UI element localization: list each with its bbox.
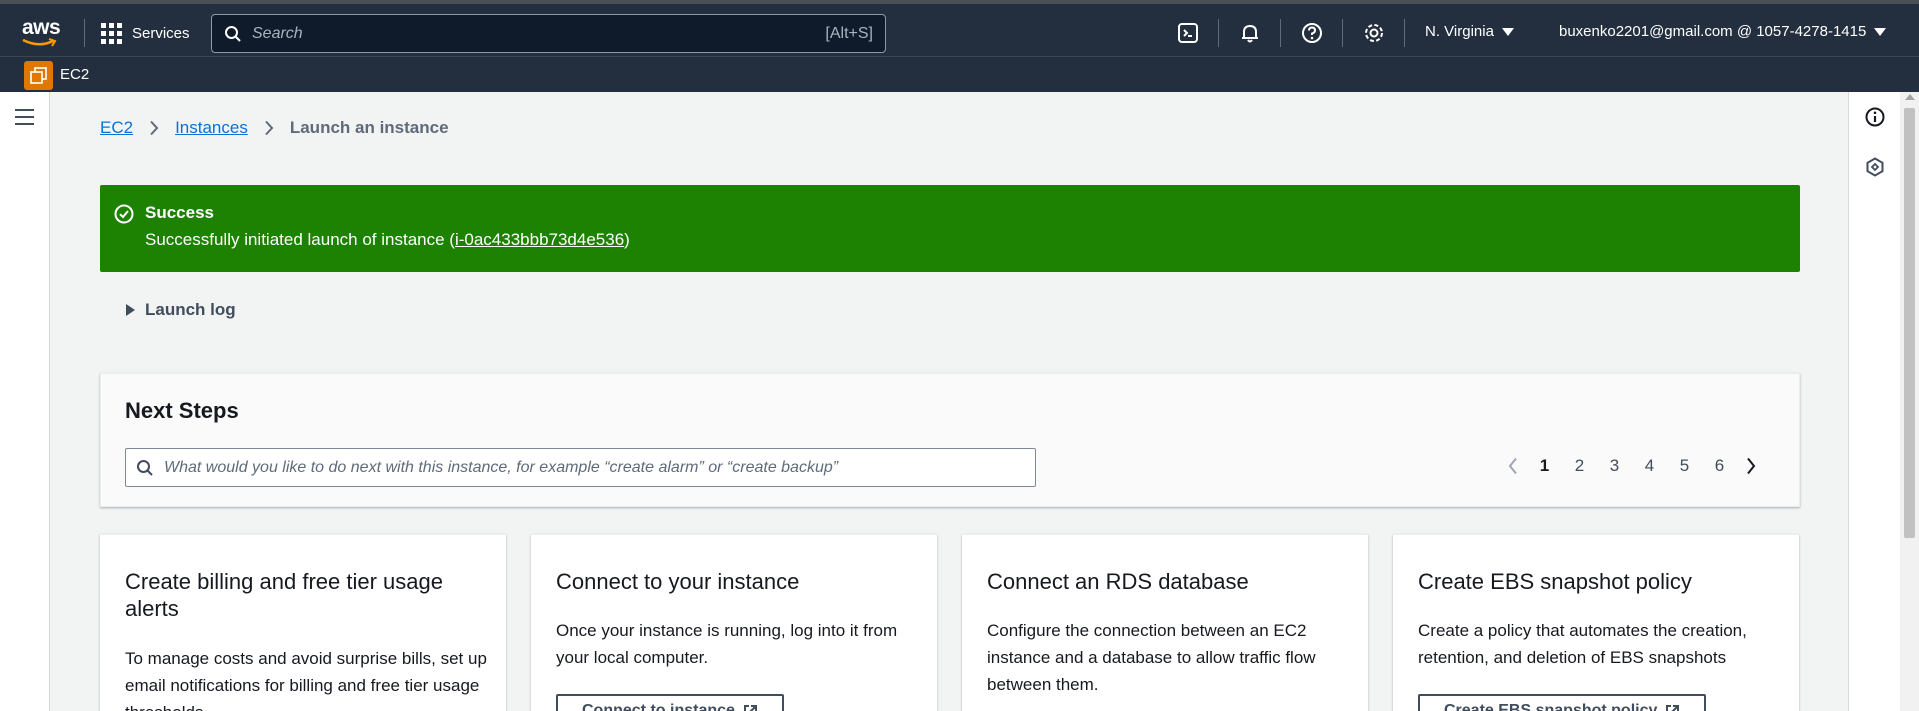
help-panel-hexagon-icon[interactable] — [1863, 155, 1887, 179]
service-shortcut-ec2[interactable]: EC2 — [60, 66, 89, 83]
launch-log-label: Launch log — [145, 300, 236, 319]
next-steps-search-input[interactable]: What would you like to do next with this… — [125, 448, 1036, 487]
flash-message-suffix: ) — [624, 230, 630, 249]
search-icon — [137, 459, 153, 476]
pagination: 1 2 3 4 5 6 — [1499, 456, 1765, 476]
help-icon[interactable] — [1299, 20, 1325, 46]
page-scrollbar[interactable] — [1900, 92, 1919, 711]
create-ebs-snapshot-policy-button[interactable]: Create EBS snapshot policy — [1418, 694, 1707, 711]
flash-message: Successfully initiated launch of instanc… — [145, 230, 630, 250]
chevron-right-icon — [264, 120, 274, 136]
service-bar: EC2 — [0, 56, 1919, 92]
search-shortcut: [Alt+S] — [825, 24, 873, 42]
global-search-input[interactable]: Search [Alt+S] — [211, 14, 886, 53]
card-description: Configure the connection between an EC2 … — [987, 621, 1316, 694]
chevron-right-icon — [149, 120, 159, 136]
caret-down-icon — [1501, 27, 1514, 36]
account-menu[interactable]: buxenko2201@gmail.com @ 1057-4278-1415 — [1559, 23, 1887, 40]
search-placeholder: Search — [252, 24, 303, 42]
search-icon — [225, 25, 241, 42]
menu-hamburger-icon[interactable] — [15, 109, 34, 130]
services-grid-icon — [101, 22, 122, 44]
services-menu-button[interactable]: Services — [101, 19, 190, 47]
services-label: Services — [132, 24, 190, 42]
info-icon[interactable] — [1863, 105, 1887, 129]
card-description: Create a policy that automates the creat… — [1418, 621, 1747, 667]
settings-gear-icon[interactable] — [1361, 20, 1387, 46]
scroll-up-arrow-icon[interactable] — [1905, 94, 1915, 100]
card-billing-alerts: Create billing and free tier usage alert… — [100, 534, 506, 711]
top-navigation: aws Services Search [Alt+S] N. Virginia — [0, 0, 1919, 56]
nav-divider — [84, 19, 85, 47]
nav-divider — [1280, 19, 1281, 47]
pagination-page-4[interactable]: 4 — [1632, 456, 1667, 476]
account-label: buxenko2201@gmail.com @ 1057-4278-1415 — [1559, 23, 1867, 40]
region-selector[interactable]: N. Virginia — [1425, 23, 1514, 40]
pagination-page-5[interactable]: 5 — [1667, 456, 1702, 476]
instance-id-link[interactable]: i-0ac433bbb73d4e536 — [455, 230, 624, 249]
next-steps-search-placeholder: What would you like to do next with this… — [164, 458, 839, 476]
button-label: Connect to instance — [582, 702, 735, 711]
external-link-icon — [1666, 704, 1680, 711]
card-title: Connect to your instance — [556, 569, 800, 594]
card-ebs-snapshot-policy: Create EBS snapshot policy Create a poli… — [1393, 534, 1799, 711]
card-title: Connect an RDS database — [987, 569, 1249, 594]
success-flashbar: Success Successfully initiated launch of… — [100, 185, 1800, 272]
pagination-page-6[interactable]: 6 — [1702, 456, 1737, 476]
tools-rail — [1848, 92, 1900, 711]
flash-title: Success — [145, 203, 214, 222]
breadcrumb-current: Launch an instance — [289, 118, 449, 137]
nav-divider — [1404, 19, 1405, 47]
breadcrumb-ec2-link[interactable]: EC2 — [100, 118, 133, 138]
side-navigation-rail — [0, 92, 50, 711]
external-link-icon — [743, 704, 757, 711]
aws-logo[interactable]: aws — [20, 14, 64, 50]
nav-divider — [1342, 19, 1343, 47]
card-title: Create EBS snapshot policy — [1418, 569, 1692, 594]
region-label: N. Virginia — [1425, 23, 1494, 40]
notifications-bell-icon[interactable] — [1237, 20, 1263, 46]
aws-smile-icon — [22, 38, 57, 47]
card-connect-rds: Connect an RDS database Configure the co… — [962, 534, 1368, 711]
pagination-prev-icon[interactable] — [1499, 457, 1527, 475]
pagination-page-1[interactable]: 1 — [1527, 456, 1562, 476]
pagination-page-2[interactable]: 2 — [1562, 456, 1597, 476]
launch-log-expander[interactable]: Launch log — [126, 300, 236, 320]
card-title: Create billing and free tier usage alert… — [125, 569, 443, 621]
flash-message-text: Successfully initiated launch of instanc… — [145, 230, 455, 249]
nav-divider — [1218, 19, 1219, 47]
cloudshell-icon[interactable] — [1175, 20, 1201, 46]
card-connect-instance: Connect to your instance Once your insta… — [531, 534, 937, 711]
pagination-next-icon[interactable] — [1737, 457, 1765, 475]
breadcrumb-instances-link[interactable]: Instances — [175, 118, 248, 138]
breadcrumb: EC2 Instances Launch an instance — [100, 118, 449, 138]
scrollbar-thumb[interactable] — [1904, 108, 1915, 538]
aws-logo-text: aws — [22, 16, 61, 39]
card-description: Once your instance is running, log into … — [556, 621, 898, 667]
card-description: To manage costs and avoid surprise bills… — [125, 649, 487, 711]
next-steps-panel: Next Steps What would you like to do nex… — [100, 373, 1800, 507]
connect-to-instance-button[interactable]: Connect to instance — [556, 694, 784, 711]
caret-right-icon — [126, 304, 135, 316]
caret-down-icon — [1874, 27, 1887, 36]
success-check-circle-icon — [114, 204, 134, 224]
pagination-page-3[interactable]: 3 — [1597, 456, 1632, 476]
button-label: Create EBS snapshot policy — [1444, 702, 1658, 711]
ec2-service-icon[interactable] — [24, 61, 53, 90]
next-steps-title: Next Steps — [125, 398, 239, 423]
